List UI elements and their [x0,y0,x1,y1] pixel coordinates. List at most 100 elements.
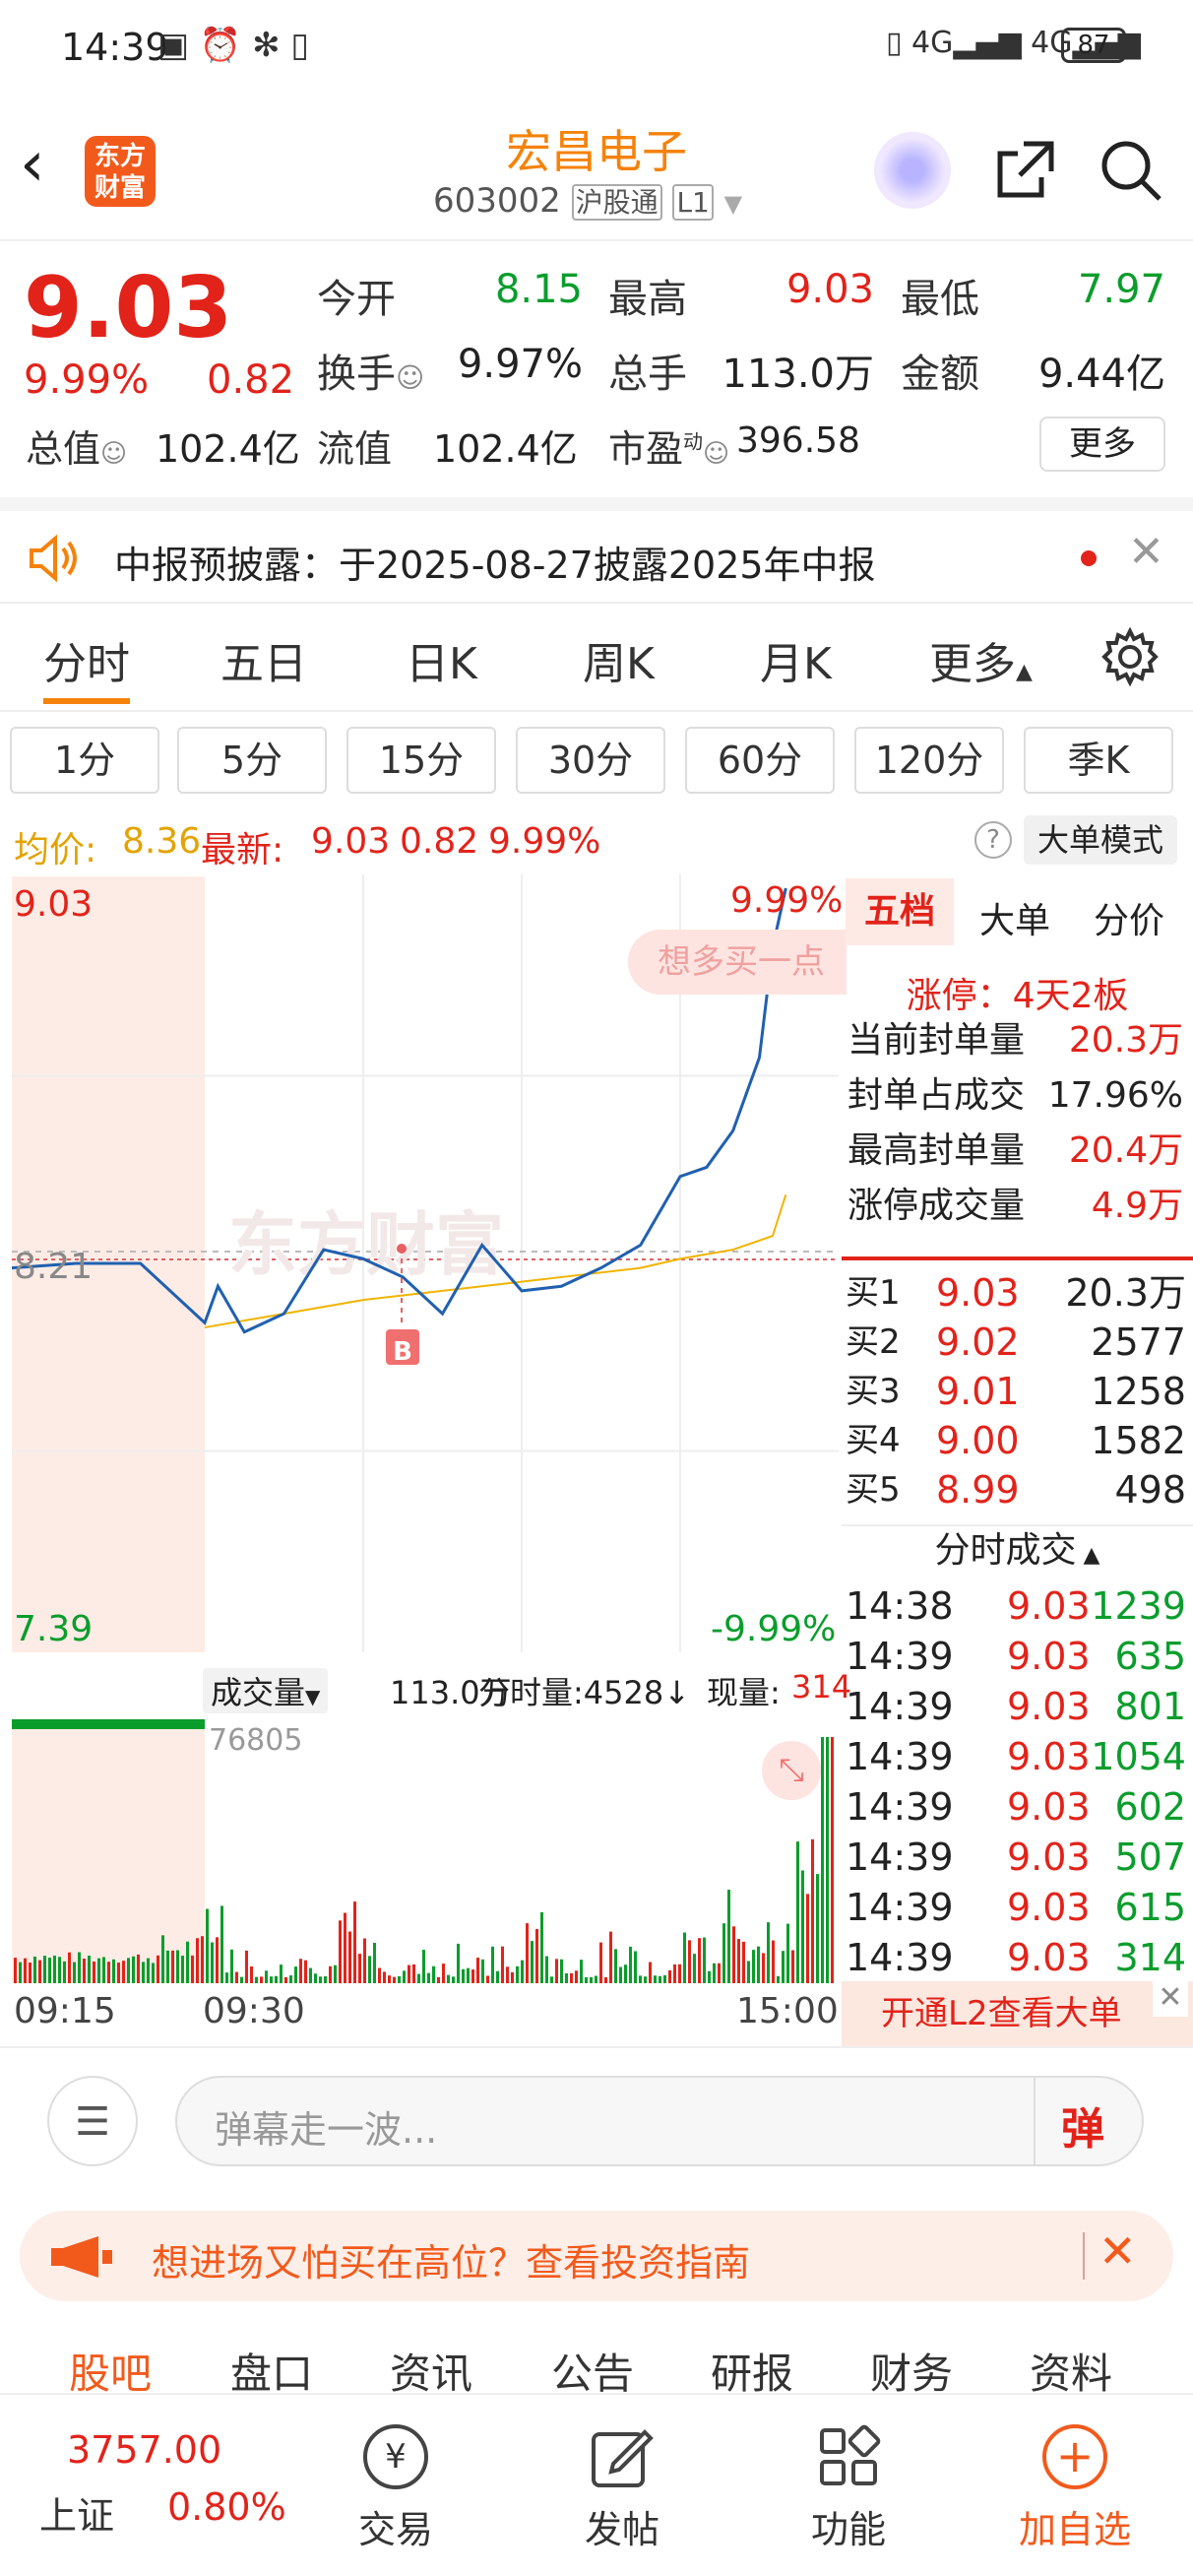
danmu-list-icon[interactable]: ☰ [47,2076,138,2166]
order-book-price: 9.03 [936,1271,1020,1315]
tab-more[interactable]: 更多▲ [929,628,1033,691]
danmu-input[interactable]: 弹幕走一波... 弹 [175,2076,1144,2166]
volume-bar [378,1967,381,1983]
tab-announcements[interactable]: 公告 [551,2341,634,2401]
nav-functions[interactable]: 功能 [770,2424,927,2553]
notice-bar[interactable]: 中报预披露：于2025-08-27披露2025年中报 ✕ [0,497,1193,604]
period-5min[interactable]: 5分 [177,727,327,794]
order-book-row[interactable]: 买2 9.02 2577 [846,1318,1190,1367]
volume-bar [604,1976,607,1983]
nav-add-watchlist[interactable]: + 加自选 [996,2424,1154,2553]
period-60min[interactable]: 60分 [685,727,835,794]
tab-five-day[interactable]: 五日 [220,628,307,691]
volume-bar [304,1960,307,1983]
volume-bar [806,1894,809,1983]
order-book-row[interactable]: 买1 9.03 20.3万 [846,1268,1190,1318]
share-icon[interactable] [994,138,1057,201]
period-quarter-k[interactable]: 季K [1024,727,1173,794]
volume-bar [801,1870,804,1983]
stock-code-row[interactable]: 603002 沪股通 L1 ▼ [433,181,768,221]
tab-week-k[interactable]: 周K [583,628,655,691]
help-icon[interactable]: ? [974,821,1012,859]
intraday-chart[interactable]: 东方财富 9.03 9.99% 8.21 7.39 -9.99% 想多买一点 B [12,874,847,1652]
guide-banner[interactable]: 想进场又怕买在高位？查看投资指南 ✕ [20,2211,1173,2301]
tab-month-k[interactable]: 月K [760,628,832,691]
order-book-volume: 1258 [1091,1370,1186,1413]
divider [1034,2078,1036,2164]
expand-icon[interactable]: ⤡ [762,1741,821,1800]
tab-research[interactable]: 研报 [711,2341,793,2401]
latest-pct: 9.99% [488,821,601,862]
volume-chart[interactable]: 76805 ⤡ [12,1719,839,1983]
tab-five-levels[interactable]: 五档 [846,878,954,945]
volume-bar [462,1968,465,1983]
yen-icon: ¥ [363,2424,428,2489]
big-order-mode-button[interactable]: 大单模式 [1024,815,1177,865]
limit-info-value: 4.9万 [1091,1186,1183,1226]
tab-big-orders[interactable]: 大单 [979,892,1050,943]
order-book-row[interactable]: 买3 9.01 1258 [846,1367,1190,1416]
divider [1083,2232,1085,2280]
trade-row: 14:39 9.03 1054 [846,1732,1190,1781]
period-120min[interactable]: 120分 [854,727,1004,794]
tab-profile[interactable]: 资料 [1030,2341,1112,2401]
more-button[interactable]: 更多 [1039,417,1165,472]
trade-row: 14:39 9.03 602 [846,1782,1190,1832]
volume-selector[interactable]: 成交量▼ [203,1668,329,1713]
news-tabs: 股吧 盘口 资讯 公告 研报 财务 资料 [0,2319,1193,2398]
danmu-send-icon[interactable]: 弹 [1061,2093,1104,2157]
order-book-row[interactable]: 买5 8.99 498 [846,1465,1190,1514]
buy-more-tip[interactable]: 想多买一点 [628,930,847,995]
close-icon[interactable]: ✕ [1153,1981,1188,2017]
tab-day-k[interactable]: 日K [406,628,477,691]
order-book-row[interactable]: 买4 9.00 1582 [846,1416,1190,1465]
volume-bar [516,1965,519,1983]
mcap-label[interactable]: 总值☺ [26,419,127,473]
volume-bar [152,1963,155,1983]
open-label: 今开 [317,277,396,322]
chart-info-row: 均价: 8.36 最新: 9.03 0.82 9.99% ? 大单模式 [0,807,1193,876]
volume-bar [408,1964,410,1983]
volume-bar [742,1941,745,1983]
volume-bar [137,1954,140,1983]
period-30min[interactable]: 30分 [516,727,665,794]
trade-time: 14:39 [846,1685,954,1728]
tab-news[interactable]: 资讯 [390,2341,472,2401]
pe-value: 396.58 [736,420,860,461]
robot-assistant-icon[interactable] [874,132,951,209]
tab-price-dist[interactable]: 分价 [1094,892,1164,943]
tab-finance[interactable]: 财务 [870,2341,953,2401]
trades-title[interactable]: 分时成交 ▲ [842,1524,1193,1582]
trade-price: 9.03 [1007,1886,1091,1929]
info-icon: ☺ [100,439,128,469]
tab-pankou[interactable]: 盘口 [230,2341,313,2401]
tab-guba[interactable]: 股吧 [69,2341,152,2401]
volume-bar [531,1941,534,1983]
unread-dot [1081,550,1097,566]
index-ticker[interactable]: 3757.00 上证 0.80% [0,2395,325,2576]
close-icon[interactable]: ✕ [1128,527,1164,577]
nav-post[interactable]: 发帖 [543,2424,701,2553]
nav-add-watchlist-label: 加自选 [1018,2508,1131,2551]
watermark: 东方财富 [228,1204,504,1285]
level-badge: L1 [672,184,714,221]
volume-bar [166,1950,169,1983]
volume-bar [550,1976,553,1983]
volume-bar [58,1957,61,1983]
bottom-nav: 3757.00 上证 0.80% ¥ 交易 发帖 功能 + 加自选 [0,2393,1193,2576]
volume-header: 成交量▼ 113.0万 分时量:4528↓ 现量: 314 [197,1662,851,1715]
volume-bar [762,1953,765,1983]
period-15min[interactable]: 15分 [346,727,496,794]
volume-bar [48,1958,51,1983]
turnover-label[interactable]: 换手☺ [317,342,424,399]
open-l2-button[interactable]: 开通L2查看大单 [842,1981,1193,2046]
close-icon[interactable]: ✕ [1099,2224,1137,2278]
index-pct: 0.80% [167,2485,286,2529]
volume-bar [432,1965,435,1983]
period-1min[interactable]: 1分 [10,727,159,794]
pe-label[interactable]: 市盈动☺ [608,419,729,473]
nav-trade[interactable]: ¥ 交易 [317,2424,474,2553]
settings-icon[interactable] [1100,627,1160,686]
tab-fenshi[interactable]: 分时 [43,628,130,691]
search-icon[interactable] [1099,138,1163,203]
